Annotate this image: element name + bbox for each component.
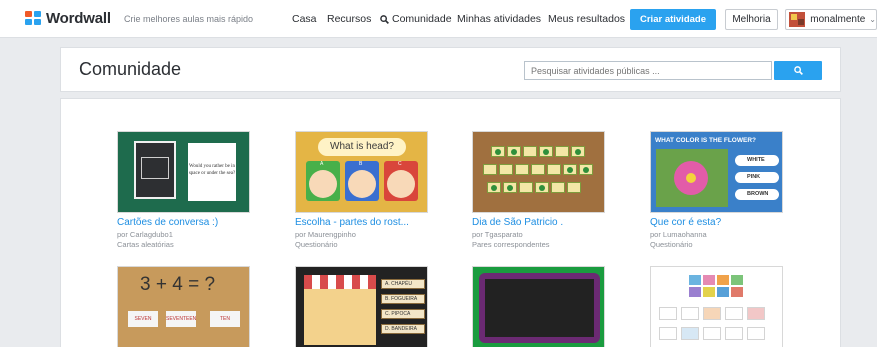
math-question: 3 + 4 = ? <box>140 274 216 295</box>
upgrade-button[interactable]: Melhoria <box>725 9 778 30</box>
answer-note: TEN <box>210 311 240 327</box>
search-button[interactable] <box>774 61 822 80</box>
nav-resources[interactable]: Recursos <box>327 13 371 25</box>
nav-community-label: Comunidade <box>392 13 452 25</box>
answer-option: A. CHAPÉU <box>381 279 425 289</box>
activity-card[interactable] <box>472 266 605 347</box>
user-menu[interactable]: monalmente ⌄ <box>785 9 877 30</box>
quiz-question: WHAT COLOR IS THE FLOWER? <box>655 137 756 144</box>
page-header: Comunidade <box>60 47 841 92</box>
activity-author[interactable]: por Carlagdubo1 <box>117 230 250 239</box>
activity-card[interactable]: What is head? A B C Escolha - partes do … <box>295 131 428 249</box>
festival-stall-image <box>304 275 376 345</box>
option-b-image: B <box>345 161 379 201</box>
activity-thumbnail[interactable]: Would you rather be in space or under th… <box>117 131 250 213</box>
activity-card[interactable]: Dia de São Patricio . por Tgasparato Par… <box>472 131 605 249</box>
activity-author[interactable]: por Maurengpinho <box>295 230 428 239</box>
activity-type: Cartas aleatórias <box>117 240 174 249</box>
quiz-option: WHITE <box>735 155 779 166</box>
avatar <box>789 12 806 27</box>
card-back-image <box>134 141 176 199</box>
activity-thumbnail[interactable]: 3 + 4 = ? SEVEN SEVENTEEN TEN <box>117 266 250 347</box>
flower-image <box>656 149 728 207</box>
activity-card[interactable]: A. CHAPÉU B. FOGUEIRA C. PIPOCA D. BANDE… <box>295 266 428 347</box>
activity-author[interactable]: por Tgasparato <box>472 230 605 239</box>
option-a-image: A <box>306 161 340 201</box>
username: monalmente <box>810 14 866 25</box>
activity-card[interactable]: Would you rather be in space or under th… <box>117 131 250 249</box>
search-icon <box>793 66 803 75</box>
activity-card[interactable]: 3 + 4 = ? SEVEN SEVENTEEN TEN <box>117 266 250 347</box>
nav-home[interactable]: Casa <box>292 13 317 25</box>
card-front-text: Would you rather be in space or under th… <box>188 143 236 201</box>
search-icon <box>380 14 389 24</box>
quiz-option: BROWN <box>735 189 779 200</box>
option-c-image: C <box>384 161 418 201</box>
activity-title[interactable]: Dia de São Patricio . <box>472 217 605 228</box>
activity-type: Pares correspondentes <box>472 240 550 249</box>
wordwall-logo[interactable]: Wordwall <box>25 10 111 27</box>
answer-option: D. BANDEIRA <box>381 324 425 334</box>
activity-card[interactable]: WHAT COLOR IS THE FLOWER? WHITE PINK BRO… <box>650 131 783 249</box>
activity-title[interactable]: Cartões de conversa :) <box>117 217 250 228</box>
activity-title[interactable]: Que cor é esta? <box>650 217 783 228</box>
wordwall-logo-icon <box>25 11 42 26</box>
tagline: Crie melhores aulas mais rápido <box>124 14 254 24</box>
answer-option: B. FOGUEIRA <box>381 294 425 304</box>
answer-note: SEVENTEEN <box>166 311 196 327</box>
activity-thumbnail[interactable]: What is head? A B C <box>295 131 428 213</box>
activity-card[interactable] <box>650 266 783 347</box>
create-activity-button[interactable]: Criar atividade <box>630 9 716 30</box>
quiz-option: PINK <box>735 172 779 183</box>
top-nav-bar: Wordwall Crie melhores aulas mais rápido… <box>0 0 877 38</box>
tv-screen-image <box>485 279 594 337</box>
activity-type: Questionário <box>295 240 338 249</box>
activity-thumbnail[interactable] <box>472 131 605 213</box>
nav-community[interactable]: Comunidade <box>380 13 452 25</box>
answer-note: SEVEN <box>128 311 158 327</box>
activity-thumbnail[interactable]: WHAT COLOR IS THE FLOWER? WHITE PINK BRO… <box>650 131 783 213</box>
activity-thumbnail[interactable]: A. CHAPÉU B. FOGUEIRA C. PIPOCA D. BANDE… <box>295 266 428 347</box>
logo-text: Wordwall <box>46 10 111 27</box>
page-title: Comunidade <box>79 59 182 79</box>
chevron-down-icon: ⌄ <box>869 15 876 24</box>
activity-author[interactable]: por Lumaohanna <box>650 230 783 239</box>
activity-grid: Would you rather be in space or under th… <box>60 98 841 347</box>
answer-option: C. PIPOCA <box>381 309 425 319</box>
activity-thumbnail[interactable] <box>472 266 605 347</box>
nav-my-results[interactable]: Meus resultados <box>548 13 625 25</box>
activity-title[interactable]: Escolha - partes do rost... <box>295 217 428 228</box>
nav-my-activities[interactable]: Minhas atividades <box>457 13 541 25</box>
activity-thumbnail[interactable] <box>650 266 783 347</box>
activity-type: Questionário <box>650 240 693 249</box>
search-input[interactable] <box>524 61 772 80</box>
quiz-question: What is head? <box>318 138 406 156</box>
